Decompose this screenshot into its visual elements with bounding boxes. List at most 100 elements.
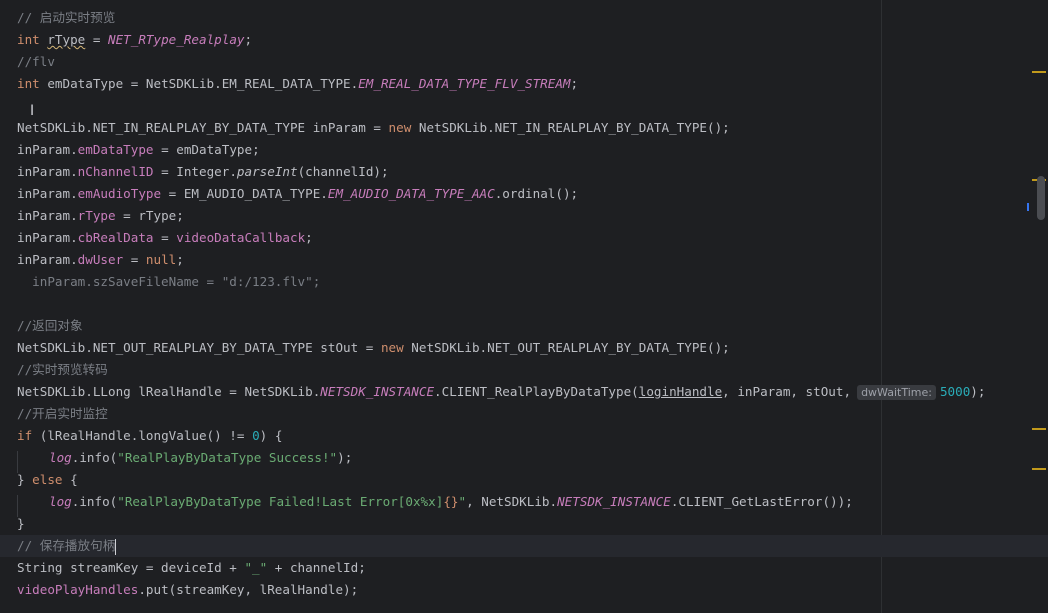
code-text: ); [337,450,353,465]
code-line-6[interactable]: NetSDKLib.NET_IN_REALPLAY_BY_DATA_TYPE i… [17,117,730,139]
keyword: null [145,252,177,267]
code-line-26[interactable]: String streamKey = deviceId + "_" + chan… [17,557,366,579]
code-text: .put(streamKey, lRealHandle); [138,582,359,597]
keyword: new [380,340,404,355]
format-specifier: 0x%x [405,494,436,509]
code-line-18[interactable]: NetSDKLib.LLong lRealHandle = NetSDKLib.… [17,381,985,403]
number: 5000 [939,384,971,399]
code-text: = [153,230,177,245]
code-line-10[interactable]: inParam.rType = rType; [17,205,184,227]
constant: EM_REAL_DATA_TYPE_FLV_STREAM [358,76,571,91]
code-text: NetSDKLib.LLong lRealHandle = NetSDKLib. [17,384,321,399]
code-line-12[interactable]: inParam.dwUser = null; [17,249,184,271]
code-text: (channelId); [297,164,389,179]
number: 0 [252,428,260,443]
code-line-27[interactable]: videoPlayHandles.put(streamKey, lRealHan… [17,579,358,601]
warning-marker[interactable] [1032,468,1046,470]
warning-marker[interactable] [1032,428,1046,430]
code-text: NetSDKLib.NET_OUT_REALPLAY_BY_DATA_TYPE(… [403,340,730,355]
field: videoDataCallback [176,230,306,245]
warning-marker[interactable] [1032,71,1046,73]
placeholder: {} [443,494,459,509]
code-line-8[interactable]: inParam.nChannelID = Integer.parseInt(ch… [17,161,389,183]
code-text: = Integer. [153,164,237,179]
code-editor[interactable]: // 启动实时预览 int rType = NET_RType_Realplay… [0,0,1048,613]
code-text: .info( [71,494,118,509]
code-line-15[interactable]: //返回对象 [17,315,83,337]
code-line-24[interactable]: } [17,513,25,535]
code-text: ); [970,384,986,399]
code-line-20[interactable]: if (lRealHandle.longValue() != 0) { [17,425,282,447]
comment: inParam.szSaveFileName = "d:/123.flv"; [17,274,321,289]
semicolon: ; [244,32,253,47]
code-text: , inParam, stOut, [722,384,852,399]
code-line-3[interactable]: //flv [17,51,55,73]
semicolon: ; [570,76,579,91]
code-text: = emDataType; [153,142,260,157]
code-text: (lRealHandle.longValue() != [32,428,253,443]
code-line-17[interactable]: //实时预览转码 [17,359,108,381]
string: "_" [244,560,268,575]
code-line-19[interactable]: //开启实时监控 [17,403,108,425]
code-line-23[interactable]: log.info("RealPlayByDataType Failed!Last… [17,491,853,517]
comment: //开启实时监控 [17,406,108,421]
right-margin-guide [881,0,882,613]
keyword: if [17,428,33,443]
code-line-7[interactable]: inParam.emDataType = emDataType; [17,139,260,161]
constant: NETSDK_INSTANCE [557,494,671,509]
code-text: NetSDKLib.NET_IN_REALPLAY_BY_DATA_TYPE i… [17,120,389,135]
code-line-21[interactable]: log.info("RealPlayByDataType Success!"); [17,447,353,473]
string: " [458,494,467,509]
static-method: parseInt [236,164,298,179]
keyword: new [388,120,412,135]
code-line-25-current[interactable]: // 保存播放句柄 [0,535,1048,557]
code-line-4[interactable]: int emDataType = NetSDKLib.EM_REAL_DATA_… [17,73,578,95]
string: "RealPlayByDataType Success!" [117,450,338,465]
code-line-9[interactable]: inParam.emAudioType = EM_AUDIO_DATA_TYPE… [17,183,578,205]
code-text: .ordinal(); [494,186,579,201]
code-text: inParam. [17,164,78,179]
field: nChannelID [77,164,154,179]
field: emAudioType [77,186,162,201]
constant: NET_RType_Realplay [108,32,245,47]
code-text: = [123,252,146,267]
code-line-2[interactable]: int rType = NET_RType_Realplay; [17,29,252,51]
code-text: .CLIENT_GetLastError()); [670,494,853,509]
code-text: , NetSDKLib. [466,494,558,509]
code-text: } [17,472,33,487]
code-text: = EM_AUDIO_DATA_TYPE. [161,186,328,201]
field: rType [77,208,116,223]
code-text: .info( [71,450,118,465]
code-line-11[interactable]: inParam.cbRealData = videoDataCallback; [17,227,313,249]
code-line-1[interactable]: // 启动实时预览 [17,7,115,29]
field: log [49,494,72,509]
keyword: int [17,32,40,47]
code-text: } [17,516,25,531]
code-text: inParam. [17,230,78,245]
comment: //返回对象 [17,318,83,333]
variable-loginhandle: loginHandle [638,384,723,399]
code-text: + channelId; [267,560,366,575]
operator: = [85,32,109,47]
code-text: NetSDKLib.NET_IN_REALPLAY_BY_DATA_TYPE()… [411,120,730,135]
comment: // 保存播放句柄 [17,538,116,553]
code-text: ; [176,252,184,267]
code-line-13[interactable]: inParam.szSaveFileName = "d:/123.flv"; [17,271,320,293]
field: emDataType [77,142,154,157]
code-text: ; [305,230,313,245]
code-line-22[interactable]: } else { [17,469,78,491]
code-text: inParam. [17,252,78,267]
string: "RealPlayByDataType Failed!Last Error[ [117,494,406,509]
code-line-16[interactable]: NetSDKLib.NET_OUT_REALPLAY_BY_DATA_TYPE … [17,337,730,359]
variable-rtype: rType [47,32,86,47]
change-marker[interactable] [1027,203,1029,211]
code-text: String streamKey = deviceId + [17,560,245,575]
comment: // 启动实时预览 [17,10,116,25]
constant: EM_AUDIO_DATA_TYPE_AAC [327,186,495,201]
code-text: { [62,472,78,487]
code-text: = rType; [115,208,184,223]
field: cbRealData [77,230,154,245]
code-text: NetSDKLib.NET_OUT_REALPLAY_BY_DATA_TYPE … [17,340,381,355]
code-text: inParam. [17,142,78,157]
vertical-scrollbar-thumb[interactable] [1037,176,1045,220]
